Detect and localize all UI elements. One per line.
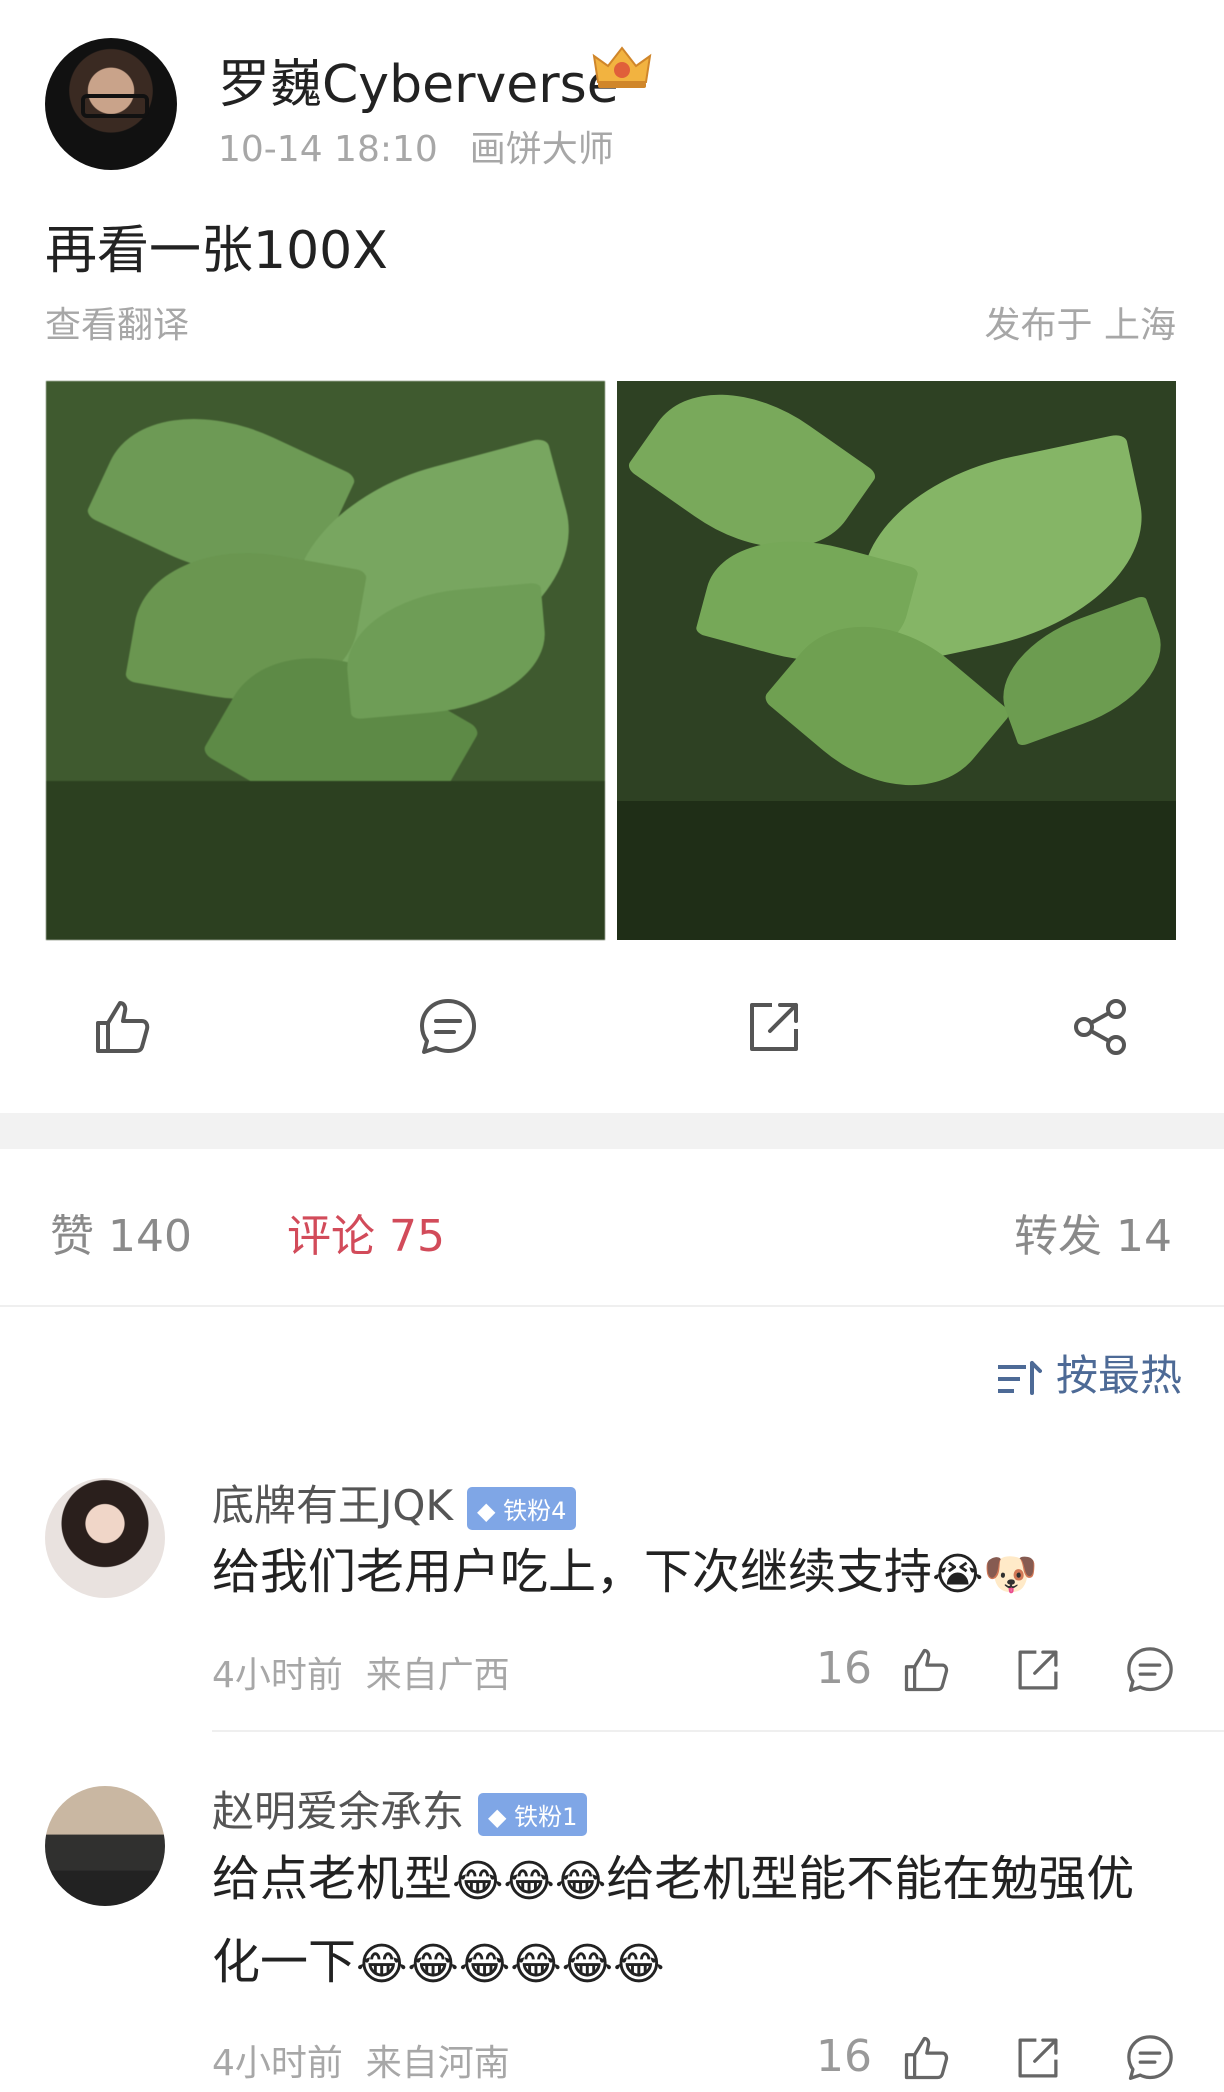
comment-meta: 4小时前 来自广西 xyxy=(212,1646,510,1698)
tab-comments[interactable]: 评论 75 xyxy=(287,1200,445,1264)
comment-icon[interactable] xyxy=(416,995,480,1059)
like-thumbs-up-icon[interactable] xyxy=(90,995,154,1059)
post-meta: 10-14 18:10 画饼大师 xyxy=(218,120,614,172)
post-time: 10-14 18:10 xyxy=(218,129,438,170)
section-divider xyxy=(0,1113,1224,1149)
post-photo-1[interactable] xyxy=(46,381,605,940)
author-name[interactable]: 罗巍Cyberverse xyxy=(218,42,619,117)
repost-icon[interactable] xyxy=(742,995,806,1059)
comment-author[interactable]: 赵明爱余承东 ◆ 铁粉1 xyxy=(212,1778,588,1839)
comment-text-body: 给我们老用户吃上，下次继续支持 xyxy=(212,1544,933,1600)
comment-like-icon[interactable] xyxy=(900,1644,952,1696)
sort-icon xyxy=(997,1360,1042,1395)
fan-badge: ◆ 铁粉1 xyxy=(478,1793,588,1836)
comment-reply-icon[interactable] xyxy=(1124,1644,1176,1696)
comment-location: 来自广西 xyxy=(365,1655,510,1696)
comment-author[interactable]: 底牌有王JQK ◆ 铁粉4 xyxy=(212,1472,577,1533)
comment-meta: 4小时前 来自河南 xyxy=(212,2034,510,2086)
comment-time: 4小时前 xyxy=(212,2043,343,2084)
comment-author-name[interactable]: 赵明爱余承东 xyxy=(212,1787,464,1836)
comment-like-icon[interactable] xyxy=(900,2032,952,2084)
comment-like-count: 16 xyxy=(816,1643,872,1694)
comment-like-count: 16 xyxy=(816,2031,872,2082)
translate-link[interactable]: 查看翻译 xyxy=(45,296,189,348)
post-photo-2[interactable] xyxy=(617,381,1176,940)
comment-avatar[interactable] xyxy=(45,1786,165,1906)
fan-badge: ◆ 铁粉4 xyxy=(467,1487,577,1530)
comment-time: 4小时前 xyxy=(212,1655,343,1696)
comment-separator xyxy=(212,1730,1224,1732)
comment-location: 来自河南 xyxy=(365,2043,510,2084)
comment-repost-icon[interactable] xyxy=(1012,1644,1064,1696)
comment-text: 给我们老用户吃上，下次继续支持😭🐶 xyxy=(212,1532,1172,1615)
fan-badge-label: 铁粉1 xyxy=(514,1803,578,1831)
comment-avatar[interactable] xyxy=(45,1478,165,1598)
crown-badge-icon xyxy=(592,46,652,88)
comment-emojis-2: 😂😂😂😂😂😂 xyxy=(356,1939,665,1990)
tab-likes[interactable]: 赞 140 xyxy=(50,1200,192,1264)
tab-reposts[interactable]: 转发 14 xyxy=(1014,1200,1172,1264)
fan-badge-label: 铁粉4 xyxy=(503,1497,567,1525)
comment-text-body: 给点老机型 xyxy=(212,1851,453,1907)
tab-divider xyxy=(0,1305,1224,1307)
post-location: 发布于 上海 xyxy=(984,305,1176,346)
avatar-glasses xyxy=(81,94,149,118)
share-icon[interactable] xyxy=(1068,995,1132,1059)
comment-author-name[interactable]: 底牌有王JQK xyxy=(212,1481,453,1530)
sort-label: 按最热 xyxy=(1055,1351,1182,1400)
comment-emojis: 😂😂😂 xyxy=(452,1856,607,1907)
post-text: 再看一张100X xyxy=(45,221,388,281)
comment-emojis: 😭🐶 xyxy=(932,1549,1039,1600)
author-avatar[interactable] xyxy=(45,38,177,170)
sort-hot-button[interactable]: 按最热 xyxy=(996,1342,1182,1403)
comment-text: 给点老机型😂😂😂给老机型能不能在勉强优化一下😂😂😂😂😂😂 xyxy=(212,1839,1172,2005)
comment-reply-icon[interactable] xyxy=(1124,2032,1176,2084)
comment-repost-icon[interactable] xyxy=(1012,2032,1064,2084)
post-source[interactable]: 画饼大师 xyxy=(470,129,614,170)
